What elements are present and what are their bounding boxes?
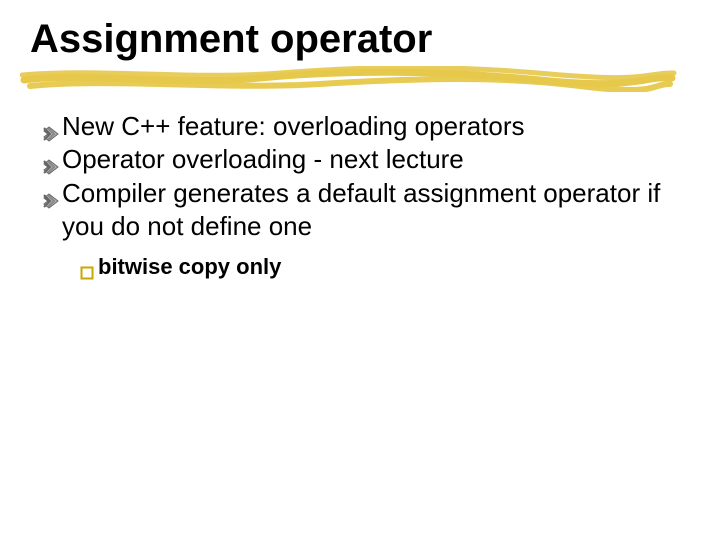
body: New C++ feature: overloading operators O… [40, 110, 680, 281]
square-bullet-icon [80, 259, 94, 273]
zigzag-bullet-icon [42, 151, 60, 169]
page-title: Assignment operator [30, 18, 680, 60]
list-item-text: Operator overloading - next lecture [62, 143, 680, 176]
list-item: Compiler generates a default assignment … [42, 177, 680, 244]
scribble-icon [20, 66, 680, 92]
list-item: Operator overloading - next lecture [42, 143, 680, 176]
list-item-text: New C++ feature: overloading operators [62, 110, 680, 143]
slide: Assignment operator New C++ feature: ove… [0, 0, 720, 540]
list-item-text: Compiler generates a default assignment … [62, 177, 680, 244]
list-item: bitwise copy only [80, 253, 680, 281]
zigzag-bullet-icon [42, 185, 60, 203]
zigzag-bullet-icon [42, 118, 60, 136]
list-item: New C++ feature: overloading operators [42, 110, 680, 143]
list-item-text: bitwise copy only [98, 253, 281, 281]
title-underline [20, 66, 680, 92]
sublist: bitwise copy only [42, 253, 680, 281]
